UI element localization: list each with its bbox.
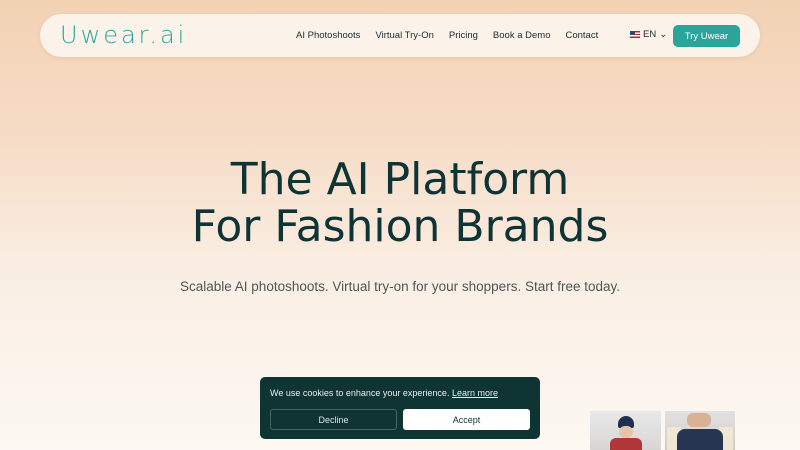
cookie-banner: We use cookies to enhance your experienc…	[260, 377, 540, 439]
learn-more-link[interactable]: Learn more	[452, 388, 498, 398]
top-navbar: Uwear.ai AI Photoshoots Virtual Try-On P…	[40, 14, 760, 57]
main-menu: AI Photoshoots Virtual Try-On Pricing Bo…	[296, 14, 613, 57]
cookie-message: We use cookies to enhance your experienc…	[270, 388, 498, 398]
hero-title-line-1: The AI Platform	[230, 154, 570, 205]
menu-item-ai-photoshoots[interactable]: AI Photoshoots	[296, 30, 360, 41]
hero-title-line-2: For Fashion Brands	[191, 201, 609, 252]
hero-subtitle: Scalable AI photoshoots. Virtual try-on …	[180, 279, 620, 294]
menu-item-virtual-try-on[interactable]: Virtual Try-On	[375, 30, 433, 41]
language-label: EN	[643, 29, 657, 40]
face-shape	[619, 426, 633, 438]
logo[interactable]: Uwear.ai	[60, 21, 187, 49]
accept-button[interactable]: Accept	[403, 409, 530, 430]
face-shape	[687, 413, 711, 427]
model-photo-1	[590, 411, 661, 450]
try-uwear-button[interactable]: Try Uwear	[673, 25, 740, 47]
cookie-text: We use cookies to enhance your experienc…	[270, 388, 450, 398]
language-selector[interactable]: EN ⌄	[630, 29, 667, 40]
sweater-shape	[677, 429, 723, 450]
menu-item-pricing[interactable]: Pricing	[449, 30, 478, 41]
decline-button[interactable]: Decline	[270, 409, 397, 430]
chevron-down-icon: ⌄	[659, 29, 668, 40]
menu-item-contact[interactable]: Contact	[565, 30, 598, 41]
hero-title: The AI Platform For Fashion Brands	[0, 156, 800, 250]
model-photo-2	[665, 411, 735, 450]
sweater-shape	[610, 438, 642, 450]
menu-item-book-a-demo[interactable]: Book a Demo	[493, 30, 551, 41]
us-flag-icon	[630, 31, 640, 38]
